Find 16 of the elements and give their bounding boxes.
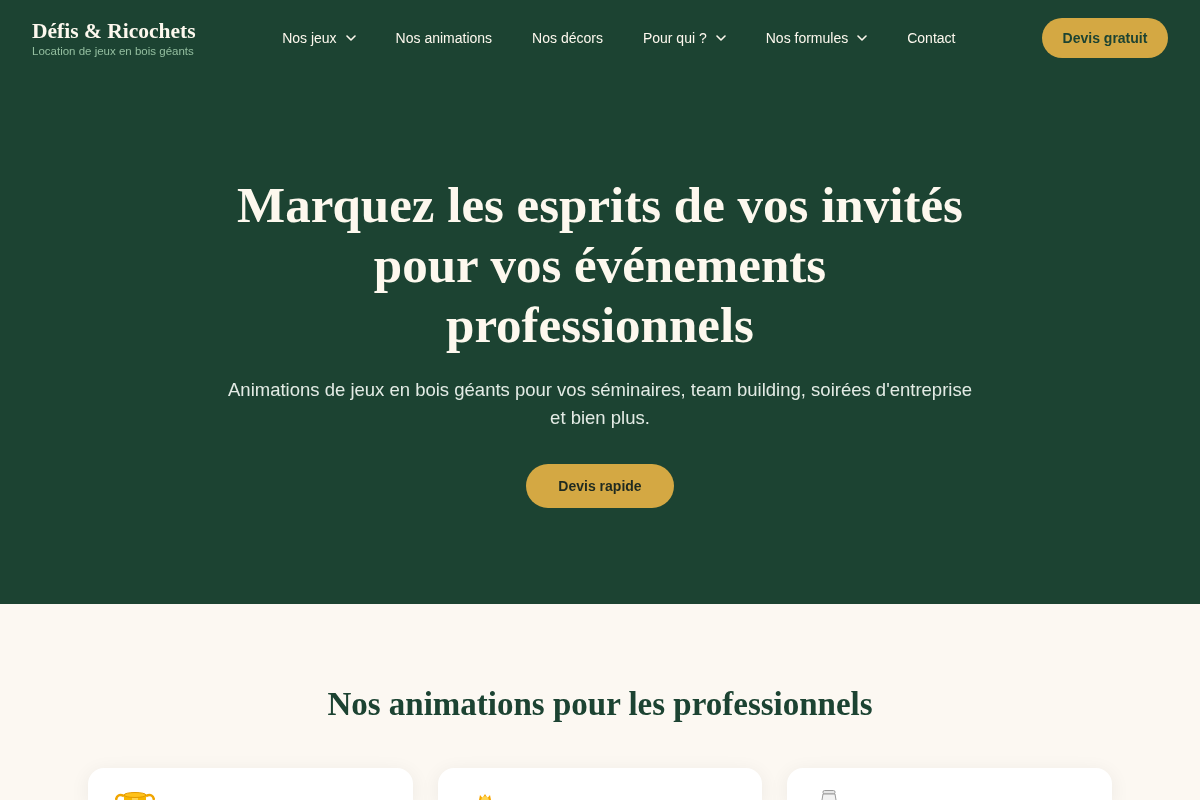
quote-button[interactable]: Devis gratuit [1042,18,1168,58]
jar-icon [820,790,839,800]
hero-heading: Marquez les esprits de vos invités pour vos événements professionnels [236,176,964,355]
hero-subtitle: Animations de jeux en bois géants pour vos séminaires, team building, soirées d'entreprise et bien plus. [227,378,973,430]
crown-icon [478,794,491,800]
logo-title[interactable]: Défis & Ricochets [32,17,196,44]
section-heading: Nos animations pour les professionnels [327,685,873,724]
nav-link[interactable]: Nos animations [395,28,493,48]
nav-link[interactable]: Nos jeux [282,28,356,48]
trophy-icon [115,792,155,800]
nav-link[interactable]: Nos formules [765,28,868,48]
nav-link[interactable]: Contact [907,28,956,48]
nav-link[interactable]: Nos décors [532,28,603,48]
nav-link[interactable]: Pour qui ? [642,28,726,48]
quick-quote-button[interactable]: Devis rapide [526,464,674,508]
logo-tagline: Location de jeux en bois géants [32,43,195,59]
